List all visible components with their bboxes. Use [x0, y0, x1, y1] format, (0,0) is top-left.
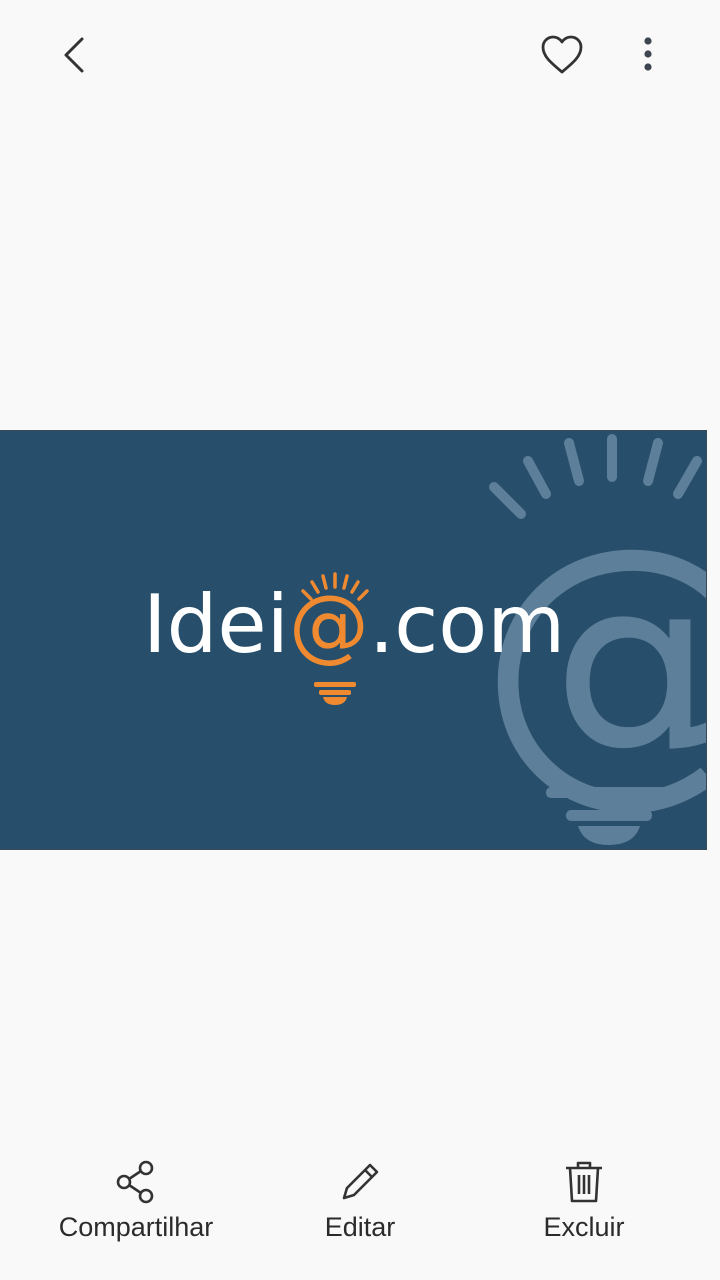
logo-bulb-icon — [301, 572, 369, 705]
more-options-button[interactable] — [624, 25, 672, 85]
bottom-action-bar: Compartilhar Editar Excluir — [0, 1160, 720, 1280]
top-bar — [0, 0, 720, 110]
favorite-button[interactable] — [532, 25, 592, 85]
delete-button[interactable]: Excluir — [524, 1160, 644, 1243]
edit-button[interactable]: Editar — [300, 1160, 420, 1243]
more-vertical-icon — [644, 37, 652, 71]
share-label: Compartilhar — [58, 1212, 214, 1242]
back-button[interactable] — [45, 25, 105, 85]
logo-text-after: .com — [368, 578, 566, 671]
share-button[interactable]: Compartilhar — [56, 1160, 216, 1243]
chevron-left-icon — [64, 37, 84, 73]
logo-text-before: Idei — [143, 578, 289, 671]
delete-label: Excluir — [543, 1212, 625, 1242]
share-icon — [116, 1160, 154, 1204]
heart-outline-icon — [541, 35, 583, 74]
gallery-viewer-screen: @ Idei @ .com — [0, 0, 720, 1280]
edit-label: Editar — [324, 1212, 396, 1242]
trash-icon — [566, 1161, 602, 1203]
pencil-icon — [342, 1163, 379, 1200]
